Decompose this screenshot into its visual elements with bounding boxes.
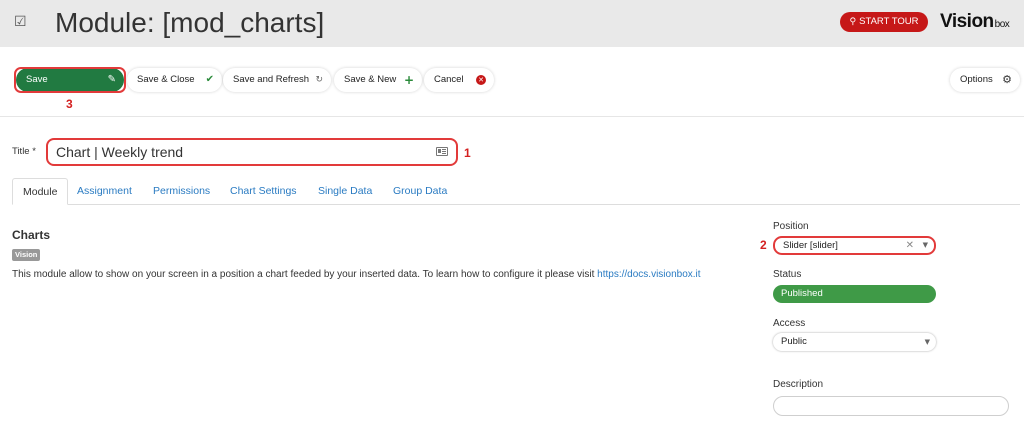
logo-text: Vision [940,11,994,32]
tab-single-data[interactable]: Single Data [308,178,382,205]
save-close-label: Save & Close [137,74,195,85]
module-description: This module allow to show on your screen… [12,269,701,280]
position-label: Position [773,221,809,232]
page-title: Module: [mod_charts] [55,7,325,38]
title-label: Title * [12,146,36,157]
position-value: Slider [slider] [783,240,838,251]
cancel-button[interactable]: Cancel ✕ [424,68,494,92]
options-button[interactable]: Options ⚙ [950,68,1020,92]
checkbox-icon: ☑ [14,14,27,30]
save-refresh-label: Save and Refresh [233,74,310,85]
id-card-icon [436,147,448,156]
logo-subtext: box [994,19,1010,30]
required-mark: * [32,146,36,157]
close-circle-icon: ✕ [476,75,486,85]
chevron-down-icon: ▼ [924,338,930,346]
lightbulb-icon: ⚲ [849,17,857,27]
clear-icon[interactable]: ✕ [906,238,914,253]
annotation-3: 3 [66,97,73,111]
save-new-label: Save & New [344,74,397,85]
access-value: Public [781,336,807,347]
plus-icon: + [403,73,414,87]
description-label: Description [773,379,824,390]
page-header: ☑ Module: [mod_charts] ⚲ START TOUR Visio… [0,0,1024,47]
status-select[interactable]: Published [773,285,936,303]
access-select[interactable]: Public ▼ [773,333,936,351]
title-input[interactable] [46,138,458,166]
tab-module[interactable]: Module [12,178,69,205]
refresh-icon: ↻ [315,75,323,85]
tab-chart-settings[interactable]: Chart Settings [220,178,307,205]
toolbar: Save ✎ Save & Close ✔ Save and Refresh ↻… [0,47,1024,117]
check-icon: ✔ [205,74,214,85]
start-tour-button[interactable]: ⚲ START TOUR [840,12,928,32]
save-close-button[interactable]: Save & Close ✔ [127,68,222,92]
options-label: Options [960,74,993,85]
visionbox-logo: Visionbox [940,11,1010,33]
access-label: Access [773,318,806,329]
status-label: Status [773,269,802,280]
tab-group-data[interactable]: Group Data [383,178,457,205]
tab-bar: Module Assignment Permissions Chart Sett… [12,178,1020,205]
save-refresh-button[interactable]: Save and Refresh ↻ [223,68,331,92]
vision-badge: Vision [12,249,41,261]
gear-icon: ⚙ [1002,73,1012,86]
save-new-button[interactable]: Save & New + [334,68,422,92]
docs-link[interactable]: https://docs.visionbox.it [597,269,700,280]
cancel-label: Cancel [434,74,464,85]
module-heading: Charts [12,228,51,242]
chevron-down-icon: ▼ [922,241,928,249]
description-text: This module allow to show on your screen… [12,269,598,280]
start-tour-label: START TOUR [859,16,919,27]
title-label-text: Title [12,146,30,157]
annotation-1: 1 [464,146,471,160]
status-value: Published [781,288,823,299]
tab-assignment[interactable]: Assignment [67,178,142,205]
save-highlight-outline [14,67,126,93]
position-select[interactable]: Slider [slider] ✕ ▼ [773,236,936,255]
tab-permissions[interactable]: Permissions [143,178,220,205]
annotation-2: 2 [760,238,767,252]
description-input[interactable] [773,396,1009,416]
